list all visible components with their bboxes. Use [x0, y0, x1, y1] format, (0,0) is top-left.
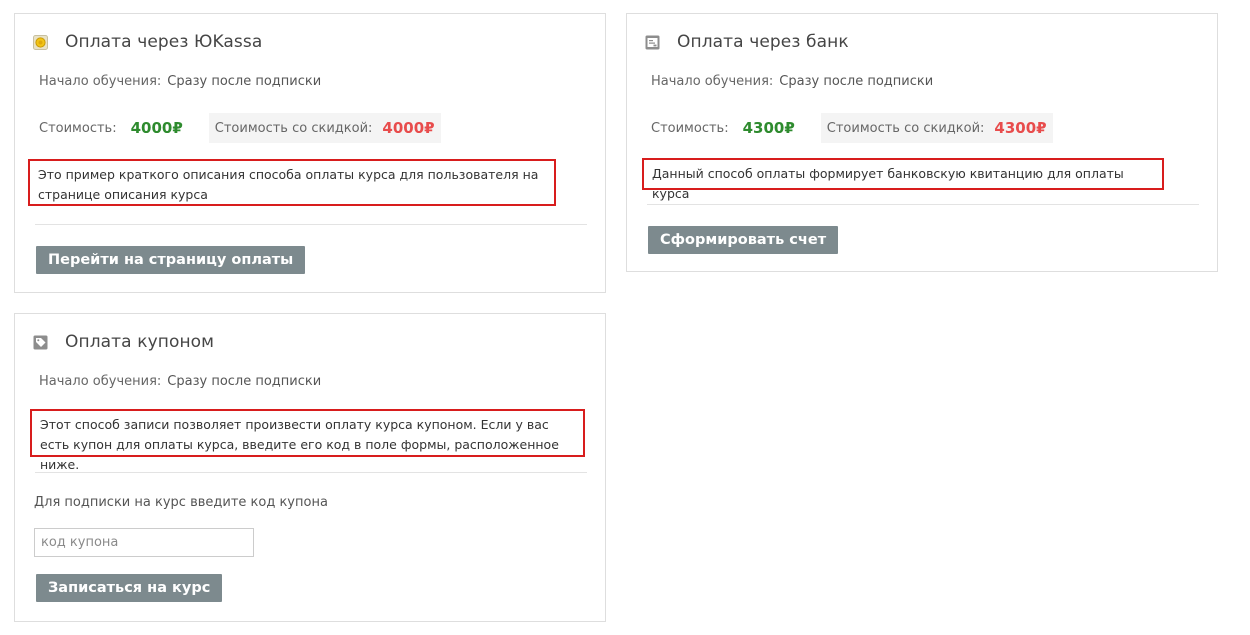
discount-price-box: Стоимость со скидкой: 4000₽ — [208, 113, 441, 143]
price-label: Стоимость: — [651, 120, 729, 136]
price-value: 4000₽ — [130, 119, 183, 137]
coupon-code-input[interactable] — [34, 528, 254, 557]
yookassa-title-row: Оплата через ЮKassa — [33, 32, 262, 52]
discount-price-value: 4300₽ — [994, 119, 1047, 137]
divider — [35, 472, 587, 473]
coin-icon — [33, 34, 48, 50]
enroll-course-button[interactable]: Записаться на курс — [36, 574, 223, 602]
start-value: Сразу после подписки — [779, 74, 934, 89]
bank-title-row: Оплата через банк — [645, 32, 849, 52]
start-value: Сразу после подписки — [167, 374, 322, 389]
bank-payment-card: Оплата через банк Начало обучения: Сразу… — [626, 13, 1218, 272]
coupon-title-row: Оплата купоном — [33, 332, 214, 352]
discount-price-box: Стоимость со скидкой: 4300₽ — [820, 113, 1053, 143]
discount-price-value: 4000₽ — [382, 119, 435, 137]
coupon-prompt-row: Для подписки на курс введите код купона — [34, 495, 328, 510]
price-label: Стоимость: — [39, 120, 117, 136]
start-label: Начало обучения: — [39, 74, 162, 89]
divider — [35, 224, 587, 225]
yookassa-card-title: Оплата через ЮKassa — [65, 32, 263, 52]
tag-icon — [33, 335, 48, 350]
coupon-card-title: Оплата купоном — [65, 332, 215, 352]
bank-receipt-icon — [645, 35, 660, 50]
divider — [647, 204, 1199, 205]
discount-label: Стоимость со скидкой: — [214, 120, 373, 136]
price-value: 4300₽ — [742, 119, 795, 137]
bank-card-title: Оплата через банк — [677, 32, 849, 52]
go-to-payment-page-button[interactable]: Перейти на страницу оплаты — [36, 246, 306, 274]
yookassa-payment-card: Оплата через ЮKassa Начало обучения: Сра… — [14, 13, 606, 293]
generate-invoice-button[interactable]: Сформировать счет — [648, 226, 839, 254]
start-value: Сразу после подписки — [167, 74, 322, 89]
start-label: Начало обучения: — [651, 74, 774, 89]
coupon-description: Этот способ записи позволяет произвести … — [30, 409, 585, 472]
coupon-start-row: Начало обучения: Сразу после подписки — [39, 374, 321, 389]
start-label: Начало обучения: — [39, 374, 162, 389]
discount-label: Стоимость со скидкой: — [826, 120, 985, 136]
bank-start-row: Начало обучения: Сразу после подписки — [651, 74, 933, 89]
coupon-payment-card: Оплата купоном Начало обучения: Сразу по… — [14, 313, 606, 622]
yookassa-start-row: Начало обучения: Сразу после подписки — [39, 74, 321, 89]
bank-price-row: Стоимость: 4300₽ Стоимость со скидкой: 4… — [651, 113, 1053, 143]
coupon-prompt: Для подписки на курс введите код купона — [34, 495, 328, 510]
bank-description: Данный способ оплаты формирует банковску… — [642, 158, 1164, 201]
yookassa-price-row: Стоимость: 4000₽ Стоимость со скидкой: 4… — [39, 113, 441, 143]
yookassa-description: Это пример краткого описания способа опл… — [28, 159, 556, 206]
